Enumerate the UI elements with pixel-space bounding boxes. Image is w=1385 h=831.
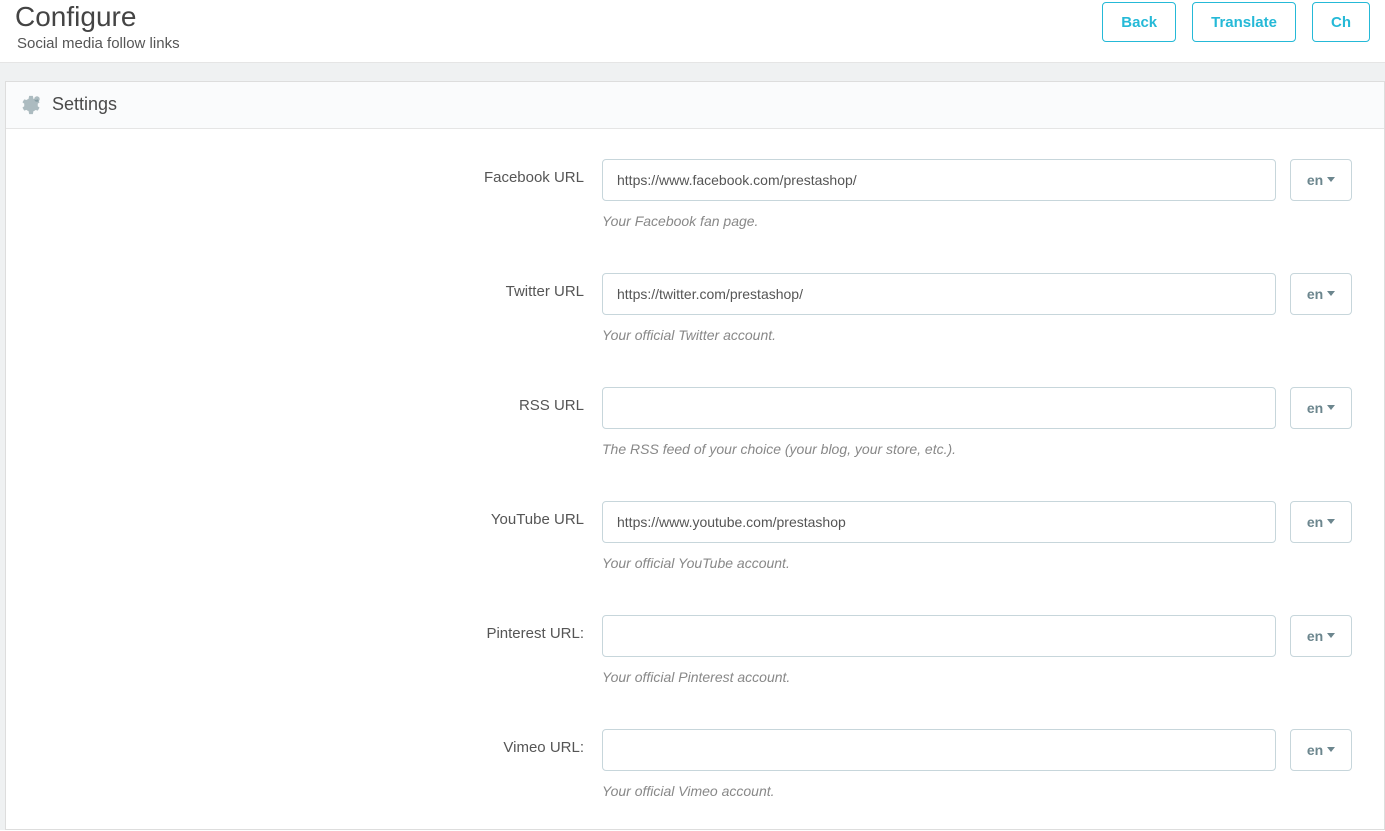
rss-lang-dropdown[interactable]: en [1290, 387, 1352, 429]
vimeo-input[interactable] [602, 729, 1276, 771]
form-group-vimeo: Vimeo URL: en Your official Vimeo accoun… [26, 729, 1364, 799]
facebook-lang-dropdown[interactable]: en [1290, 159, 1352, 201]
vimeo-help: Your official Vimeo account. [602, 783, 775, 799]
caret-down-icon [1327, 747, 1335, 752]
content-area: Settings Facebook URL en Yo [0, 63, 1385, 830]
pinterest-input[interactable] [602, 615, 1276, 657]
twitter-label: Twitter URL [26, 273, 602, 300]
translate-button[interactable]: Translate [1192, 2, 1296, 42]
caret-down-icon [1327, 519, 1335, 524]
pinterest-lang-dropdown[interactable]: en [1290, 615, 1352, 657]
cogs-icon [20, 94, 42, 116]
form-group-rss: RSS URL en The RSS feed of your choice (… [26, 387, 1364, 457]
header-actions: Back Translate Ch [1102, 0, 1370, 42]
form-group-youtube: YouTube URL en Your official YouTube acc… [26, 501, 1364, 571]
panel-body: Facebook URL en Your Facebook fan page. [6, 129, 1384, 829]
pinterest-help: Your official Pinterest account. [602, 669, 790, 685]
lang-label: en [1307, 514, 1323, 530]
twitter-help: Your official Twitter account. [602, 327, 776, 343]
youtube-input[interactable] [602, 501, 1276, 543]
facebook-input[interactable] [602, 159, 1276, 201]
form-group-pinterest: Pinterest URL: en Your official Pinteres… [26, 615, 1364, 685]
back-button[interactable]: Back [1102, 2, 1176, 42]
lang-label: en [1307, 400, 1323, 416]
lang-label: en [1307, 286, 1323, 302]
vimeo-label: Vimeo URL: [26, 729, 602, 756]
facebook-label: Facebook URL [26, 159, 602, 186]
lang-label: en [1307, 742, 1323, 758]
rss-help: The RSS feed of your choice (your blog, … [602, 441, 956, 457]
settings-panel: Settings Facebook URL en Yo [5, 81, 1385, 830]
page-title: Configure [15, 2, 180, 33]
lang-label: en [1307, 172, 1323, 188]
check-button-partial[interactable]: Ch [1312, 2, 1370, 42]
caret-down-icon [1327, 291, 1335, 296]
youtube-help: Your official YouTube account. [602, 555, 790, 571]
youtube-label: YouTube URL [26, 501, 602, 528]
caret-down-icon [1327, 633, 1335, 638]
vimeo-lang-dropdown[interactable]: en [1290, 729, 1352, 771]
page-title-block: Configure Social media follow links [15, 0, 180, 52]
form-group-twitter: Twitter URL en Your official Twitter acc… [26, 273, 1364, 343]
facebook-help: Your Facebook fan page. [602, 213, 758, 229]
rss-label: RSS URL [26, 387, 602, 414]
twitter-input[interactable] [602, 273, 1276, 315]
youtube-lang-dropdown[interactable]: en [1290, 501, 1352, 543]
lang-label: en [1307, 628, 1323, 644]
page-subtitle: Social media follow links [15, 35, 180, 52]
twitter-lang-dropdown[interactable]: en [1290, 273, 1352, 315]
form-group-facebook: Facebook URL en Your Facebook fan page. [26, 159, 1364, 229]
pinterest-label: Pinterest URL: [26, 615, 602, 642]
page-header: Configure Social media follow links Back… [0, 0, 1385, 63]
panel-heading-title: Settings [52, 94, 117, 115]
caret-down-icon [1327, 177, 1335, 182]
caret-down-icon [1327, 405, 1335, 410]
panel-heading: Settings [6, 82, 1384, 129]
rss-input[interactable] [602, 387, 1276, 429]
